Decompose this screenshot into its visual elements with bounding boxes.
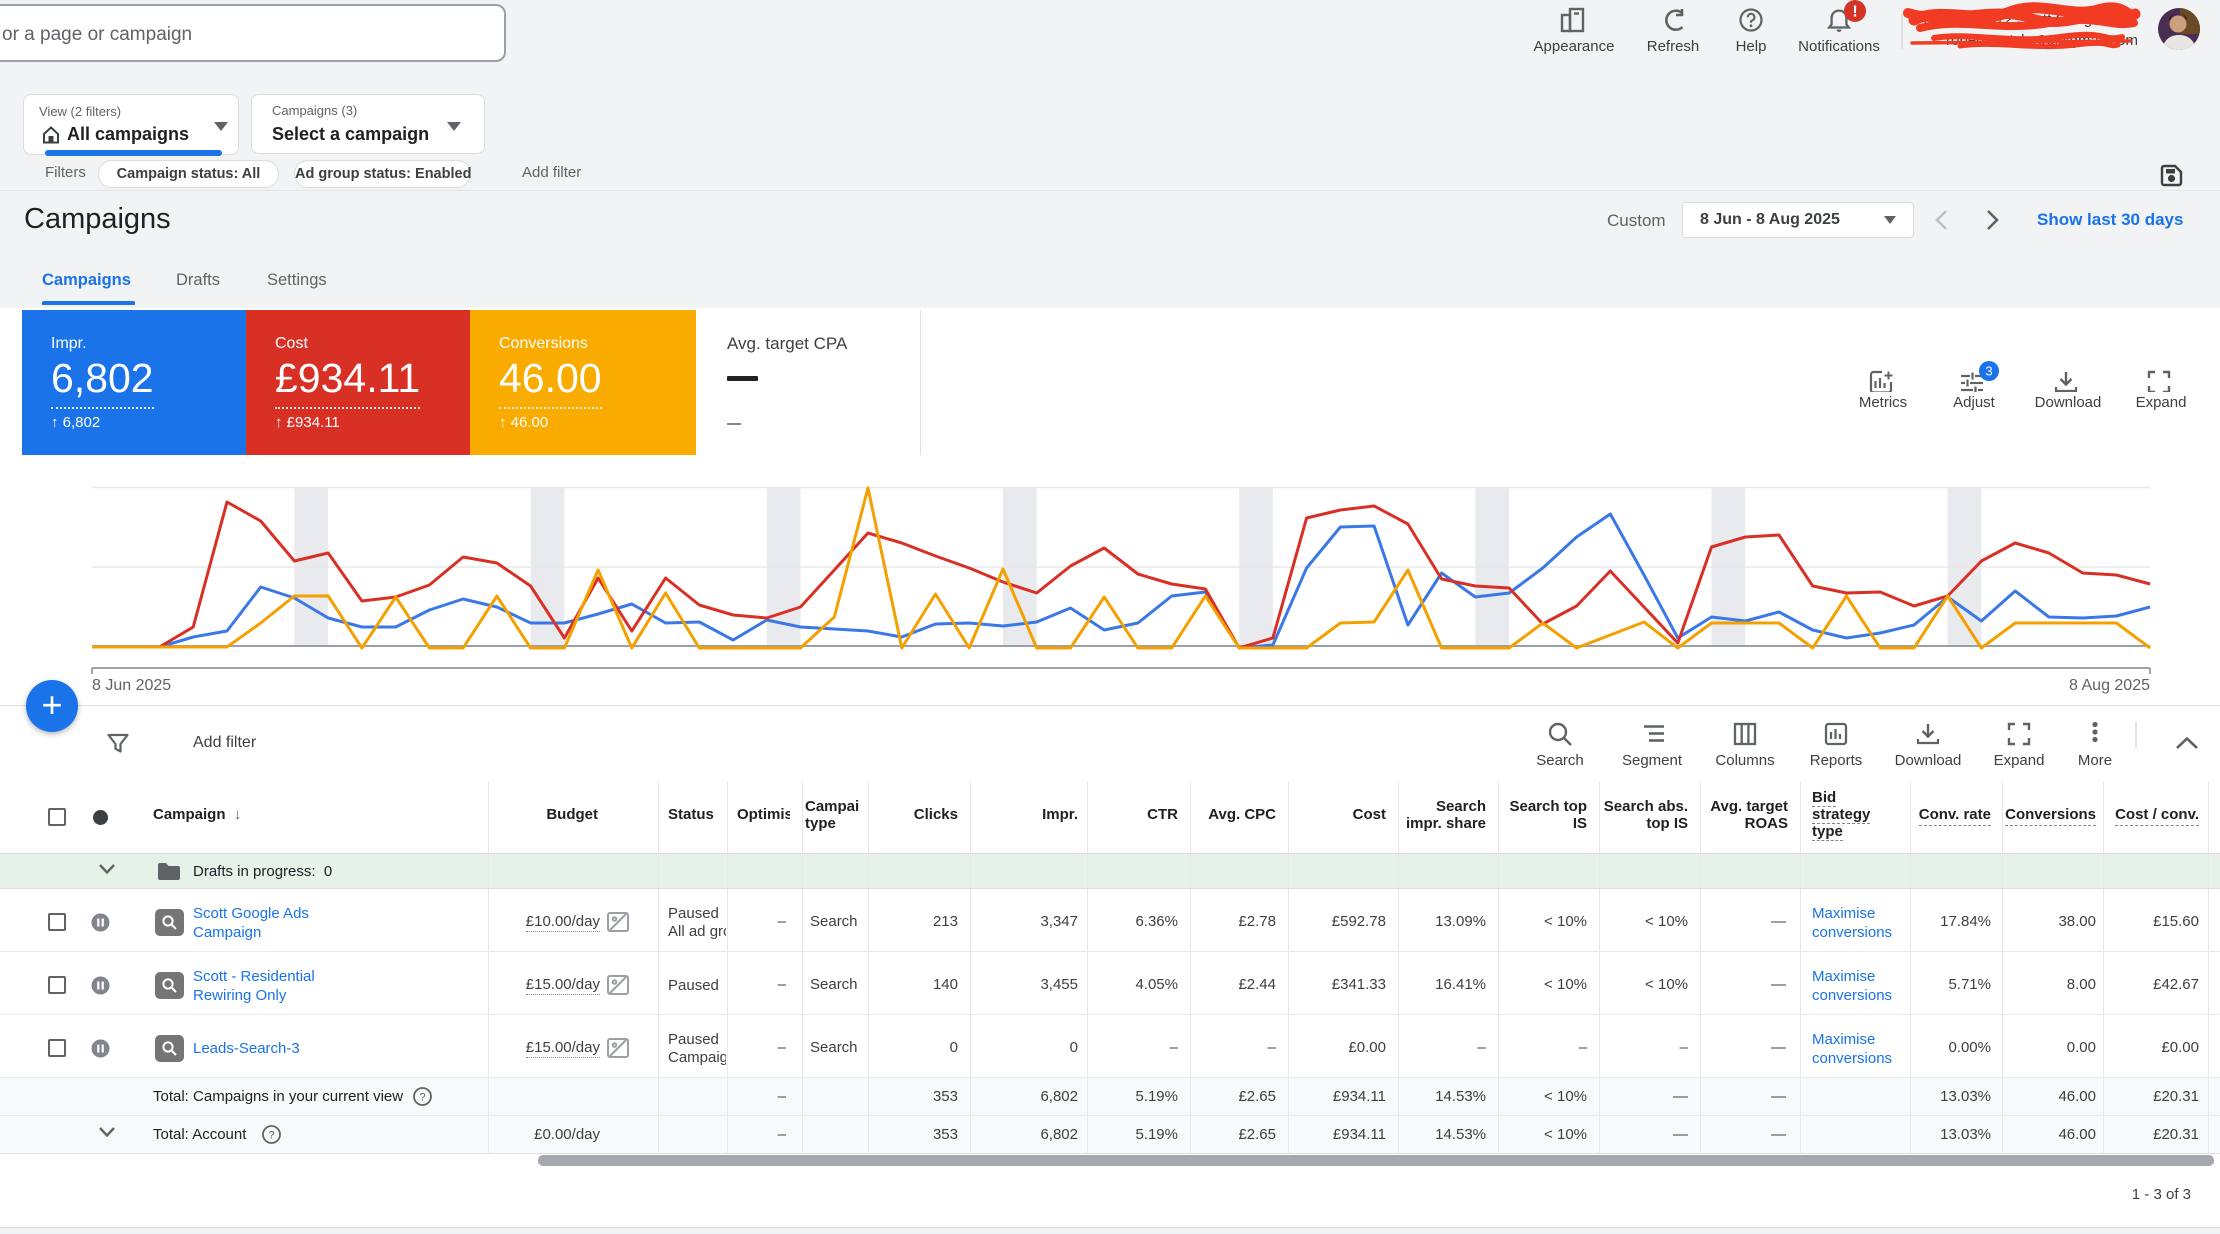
svg-text:?: ? — [268, 1130, 274, 1142]
svg-text:?: ? — [419, 1092, 425, 1104]
